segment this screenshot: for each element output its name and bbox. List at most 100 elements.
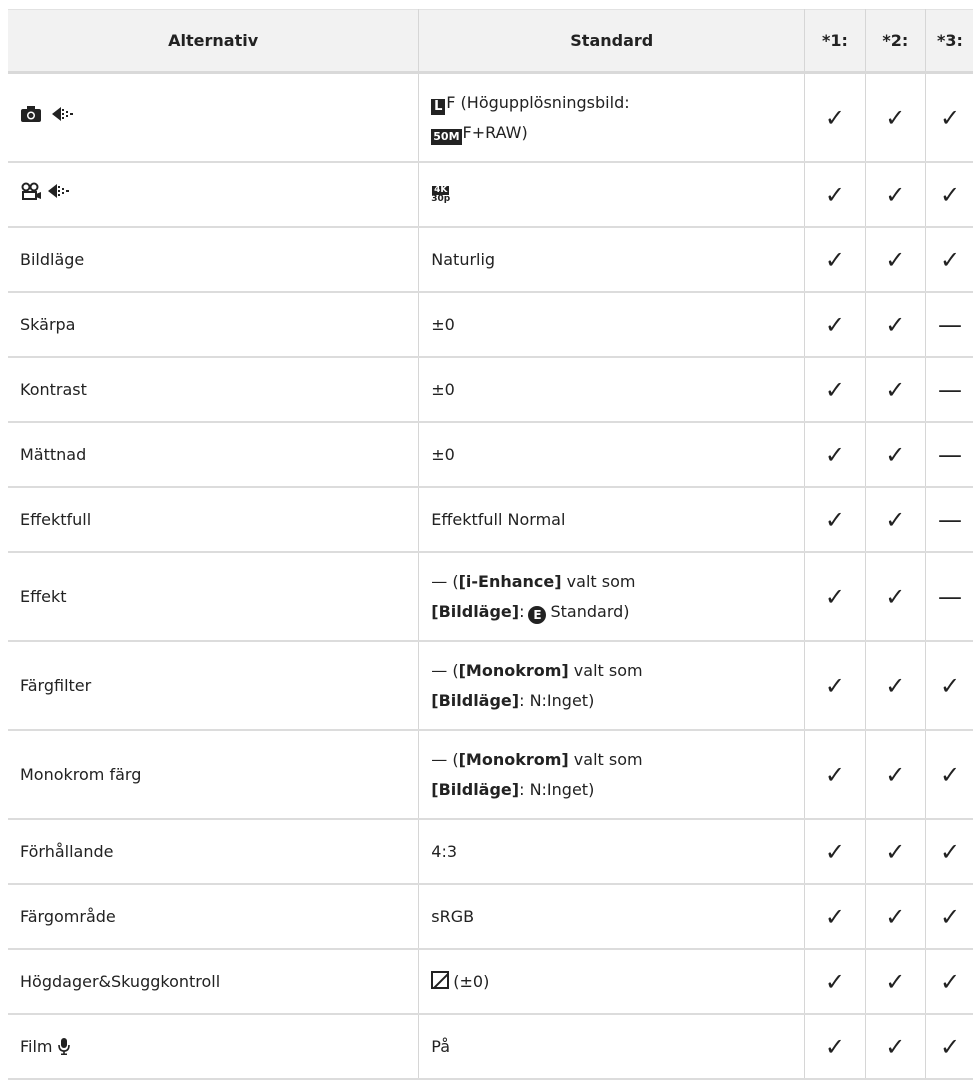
default-cell: — ([Monokrom] valt som [Bildläge]: N:Ing… (418, 730, 806, 820)
check-2: ✓ (865, 552, 926, 642)
highlight-shadow-icon (431, 970, 450, 989)
check-1: ✓ (804, 1014, 866, 1080)
option-cell: Effekt (8, 552, 420, 642)
default-cell: Effektfull Normal (418, 487, 806, 553)
table-row: Högdager&Skuggkontroll (±0) ✓ ✓ ✓ (8, 949, 973, 1015)
check-2: ✓ (865, 949, 926, 1015)
table-row: Bildläge Naturlig ✓ ✓ ✓ (8, 227, 973, 293)
enhance-e-icon: E (528, 605, 547, 624)
check-1: ✓ (804, 162, 866, 228)
check-1: ✓ (804, 422, 866, 488)
option-cell (8, 162, 420, 228)
image-quality-icon (47, 183, 71, 204)
check-2: ✓ (865, 730, 926, 820)
check-1: ✓ (804, 487, 866, 553)
check-2: ✓ (865, 1014, 926, 1080)
table-row: Monokrom färg — ([Monokrom] valt som [Bi… (8, 730, 973, 820)
image-quality-icon (51, 107, 75, 127)
default-cell: ±0 (418, 422, 806, 488)
dash-3: — (925, 292, 973, 358)
table-row: Färgområde sRGB ✓ ✓ ✓ (8, 884, 973, 950)
check-1: ✓ (804, 552, 866, 642)
header-note-1: *1: (804, 9, 866, 74)
default-cell: (±0) (418, 949, 806, 1015)
header-note-3: *3: (925, 9, 973, 74)
option-cell: Mättnad (8, 422, 420, 488)
table-row: Färgfilter — ([Monokrom] valt som [Bildl… (8, 641, 973, 731)
check-1: ✓ (804, 819, 866, 885)
camera-icon (20, 104, 51, 129)
default-cell: — ([i-Enhance] valt som [Bildläge]: E Stan… (418, 552, 806, 642)
movie-4k-30p-icon: 4K 30p (431, 185, 451, 204)
default-cell: sRGB (418, 884, 806, 950)
table-row: Mättnad ±0 ✓ ✓ — (8, 422, 973, 488)
option-cell: Film (8, 1014, 420, 1080)
check-1: ✓ (804, 72, 866, 163)
check-1: ✓ (804, 357, 866, 423)
check-3: ✓ (925, 227, 973, 293)
check-1: ✓ (804, 949, 866, 1015)
table-row: Kontrast ±0 ✓ ✓ — (8, 357, 973, 423)
table-row: Skärpa ±0 ✓ ✓ — (8, 292, 973, 358)
option-cell: Högdager&Skuggkontroll (8, 949, 420, 1015)
large-size-icon: L (431, 98, 446, 115)
table-row: Effekt — ([i-Enhance] valt som [Bildläge… (8, 552, 973, 642)
movie-icon (20, 182, 47, 204)
default-cell: ±0 (418, 292, 806, 358)
check-1: ✓ (804, 227, 866, 293)
default-cell: — ([Monokrom] valt som [Bildläge]: N:Ing… (418, 641, 806, 731)
default-cell: LF (Högupplösningsbild: 50M F+RAW) (418, 72, 806, 163)
check-1: ✓ (804, 884, 866, 950)
check-2: ✓ (865, 227, 926, 293)
check-3: ✓ (925, 72, 973, 163)
microphone-icon (57, 1037, 70, 1056)
dash-3: — (925, 487, 973, 553)
dash-3: — (925, 422, 973, 488)
option-cell: Effektfull (8, 487, 420, 553)
default-cell: På (418, 1014, 806, 1080)
option-cell: Förhållande (8, 819, 420, 885)
settings-table: Alternativ Standard *1: *2: *3: LF (Högu… (8, 9, 973, 1080)
check-2: ✓ (865, 487, 926, 553)
header-standard: Standard (418, 9, 806, 74)
option-cell: Skärpa (8, 292, 420, 358)
header-alternativ: Alternativ (8, 9, 420, 74)
default-cell: 4:3 (418, 819, 806, 885)
check-3: ✓ (925, 1014, 973, 1080)
check-2: ✓ (865, 357, 926, 423)
check-3: ✓ (925, 162, 973, 228)
table-row: Effektfull Effektfull Normal ✓ ✓ — (8, 487, 973, 553)
table-row: LF (Högupplösningsbild: 50M F+RAW) ✓ ✓ ✓ (8, 72, 973, 163)
check-3: ✓ (925, 730, 973, 820)
dash-3: — (925, 357, 973, 423)
option-cell (8, 72, 420, 163)
table-header-row: Alternativ Standard *1: *2: *3: (8, 9, 973, 74)
header-note-2: *2: (865, 9, 926, 74)
dash-3: — (925, 552, 973, 642)
high-res-50m-icon: 50M (431, 128, 462, 145)
check-2: ✓ (865, 292, 926, 358)
check-3: ✓ (925, 819, 973, 885)
table-row: Film På ✓ ✓ ✓ (8, 1014, 973, 1080)
check-3: ✓ (925, 949, 973, 1015)
default-cell: ±0 (418, 357, 806, 423)
option-cell: Färgfilter (8, 641, 420, 731)
check-2: ✓ (865, 162, 926, 228)
default-cell: Naturlig (418, 227, 806, 293)
check-1: ✓ (804, 730, 866, 820)
option-cell: Kontrast (8, 357, 420, 423)
option-cell: Monokrom färg (8, 730, 420, 820)
check-2: ✓ (865, 72, 926, 163)
check-1: ✓ (804, 641, 866, 731)
check-1: ✓ (804, 292, 866, 358)
check-2: ✓ (865, 884, 926, 950)
default-cell: 4K 30p (418, 162, 806, 228)
check-2: ✓ (865, 641, 926, 731)
check-2: ✓ (865, 819, 926, 885)
table-row: 4K 30p ✓ ✓ ✓ (8, 162, 973, 228)
check-3: ✓ (925, 884, 973, 950)
check-3: ✓ (925, 641, 973, 731)
option-cell: Bildläge (8, 227, 420, 293)
check-2: ✓ (865, 422, 926, 488)
table-row: Förhållande 4:3 ✓ ✓ ✓ (8, 819, 973, 885)
